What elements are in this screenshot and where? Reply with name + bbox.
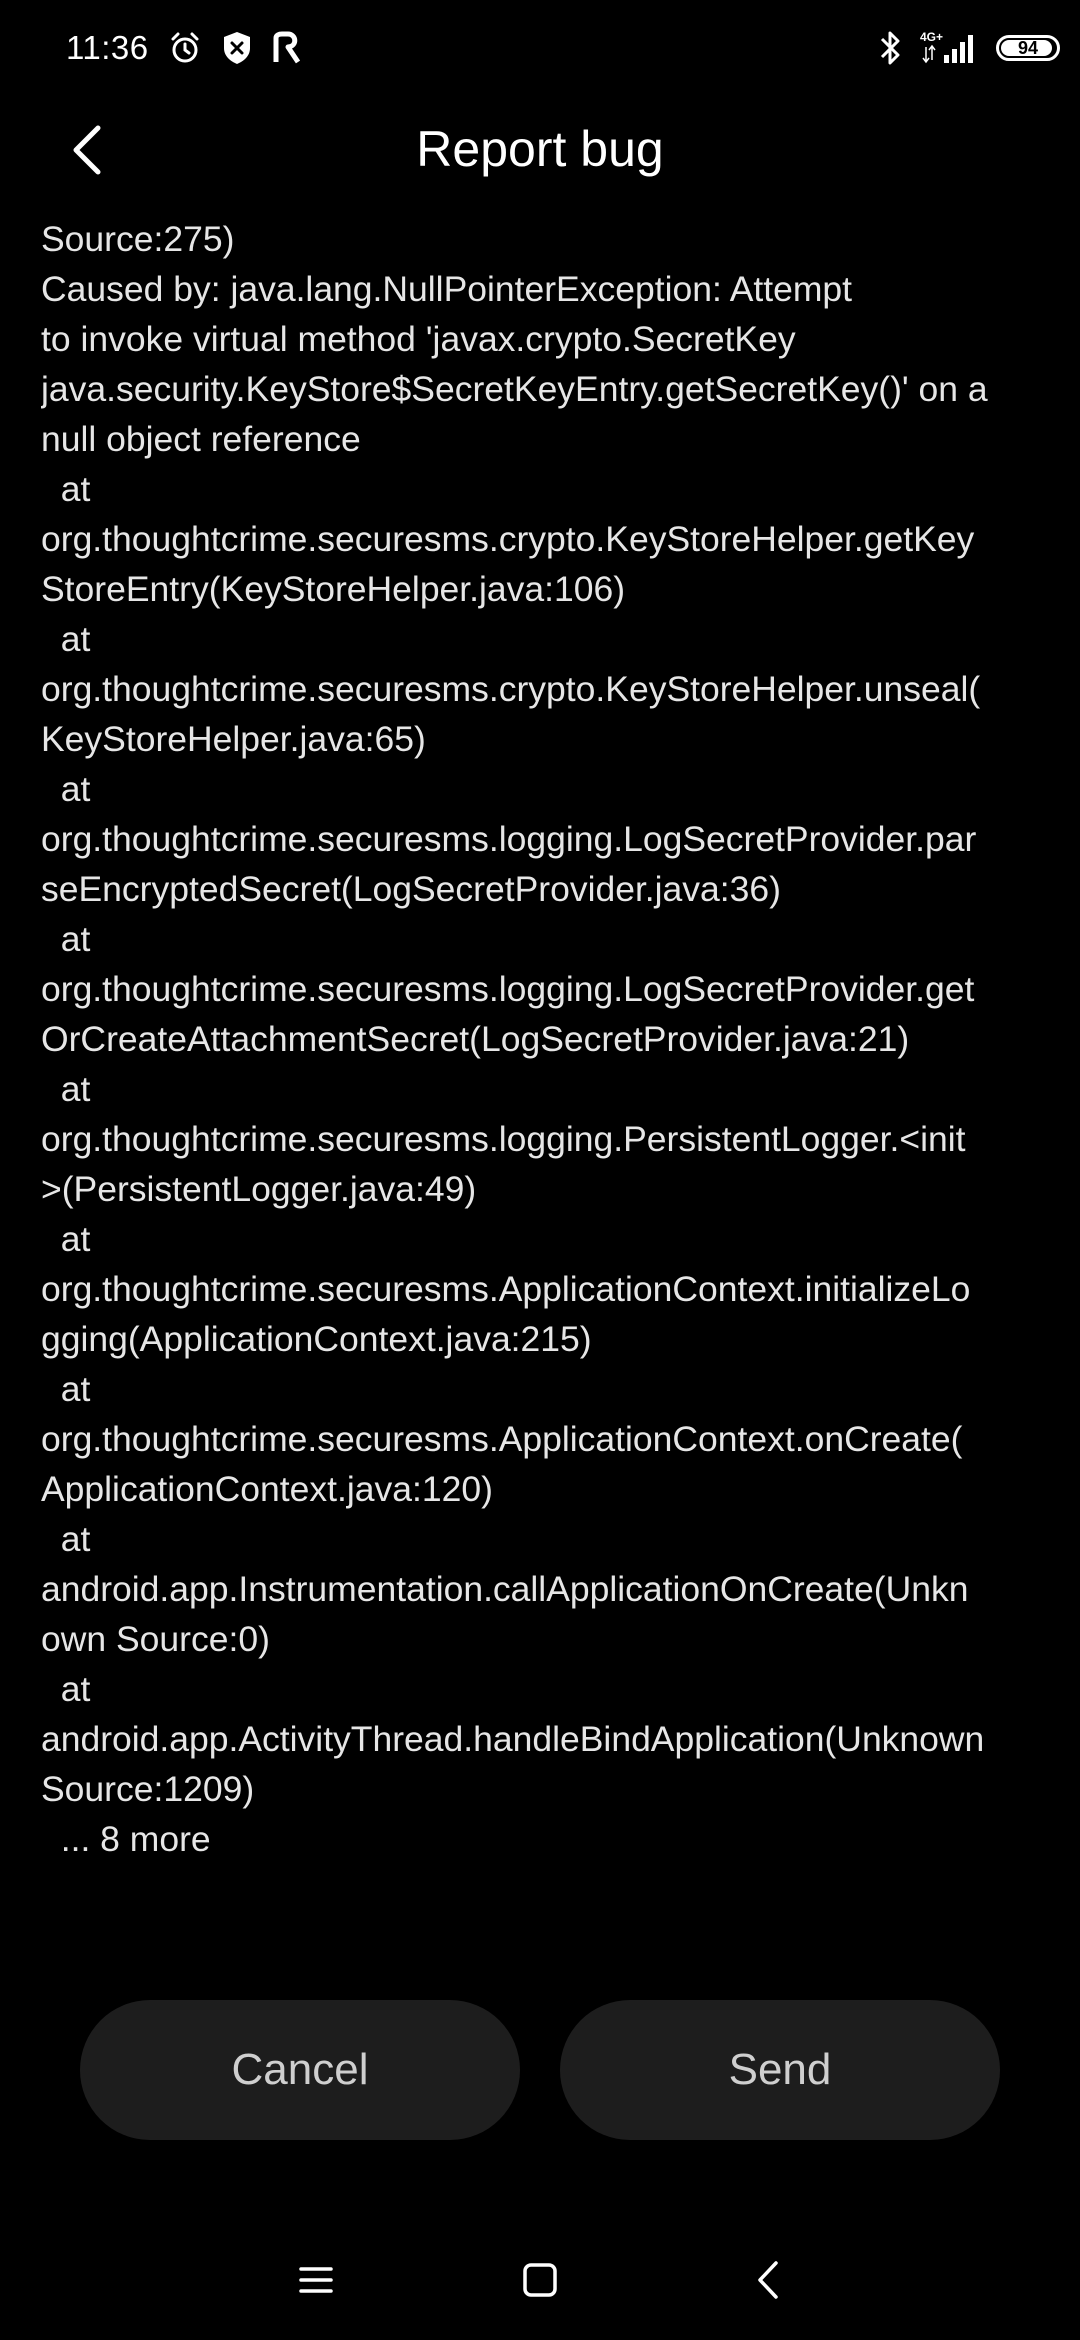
status-left: 11:36 xyxy=(66,24,303,72)
bluetooth-icon xyxy=(878,29,902,67)
nav-back-button[interactable] xyxy=(733,2250,803,2310)
battery-level: 94 xyxy=(1017,38,1039,58)
navigation-bar xyxy=(0,2220,1080,2340)
app-icon xyxy=(271,30,303,66)
send-button[interactable]: Send xyxy=(560,2000,1000,2140)
cancel-button[interactable]: Cancel xyxy=(80,2000,520,2140)
shield-icon xyxy=(221,30,253,66)
signal-icon: 4G+ xyxy=(918,29,980,67)
back-icon xyxy=(758,2261,778,2299)
battery-icon: 94 xyxy=(996,35,1060,61)
status-time: 11:36 xyxy=(66,29,149,66)
home-icon xyxy=(523,2263,557,2297)
alarm-icon xyxy=(167,30,203,66)
page-title: Report bug xyxy=(416,121,664,177)
header: Report bug xyxy=(0,96,1080,216)
network-type: 4G+ xyxy=(920,30,943,44)
status-right: 4G+ 94 xyxy=(878,24,1060,72)
home-button[interactable] xyxy=(505,2250,575,2310)
log-scroll-area[interactable]: Source:275) Caused by: java.lang.NullPoi… xyxy=(41,218,1051,1868)
recents-button[interactable] xyxy=(281,2250,351,2310)
menu-icon xyxy=(299,2267,333,2293)
crash-log-text: Source:275) Caused by: java.lang.NullPoi… xyxy=(41,219,988,1859)
status-bar: 11:36 4G+ 94 xyxy=(0,0,1080,96)
